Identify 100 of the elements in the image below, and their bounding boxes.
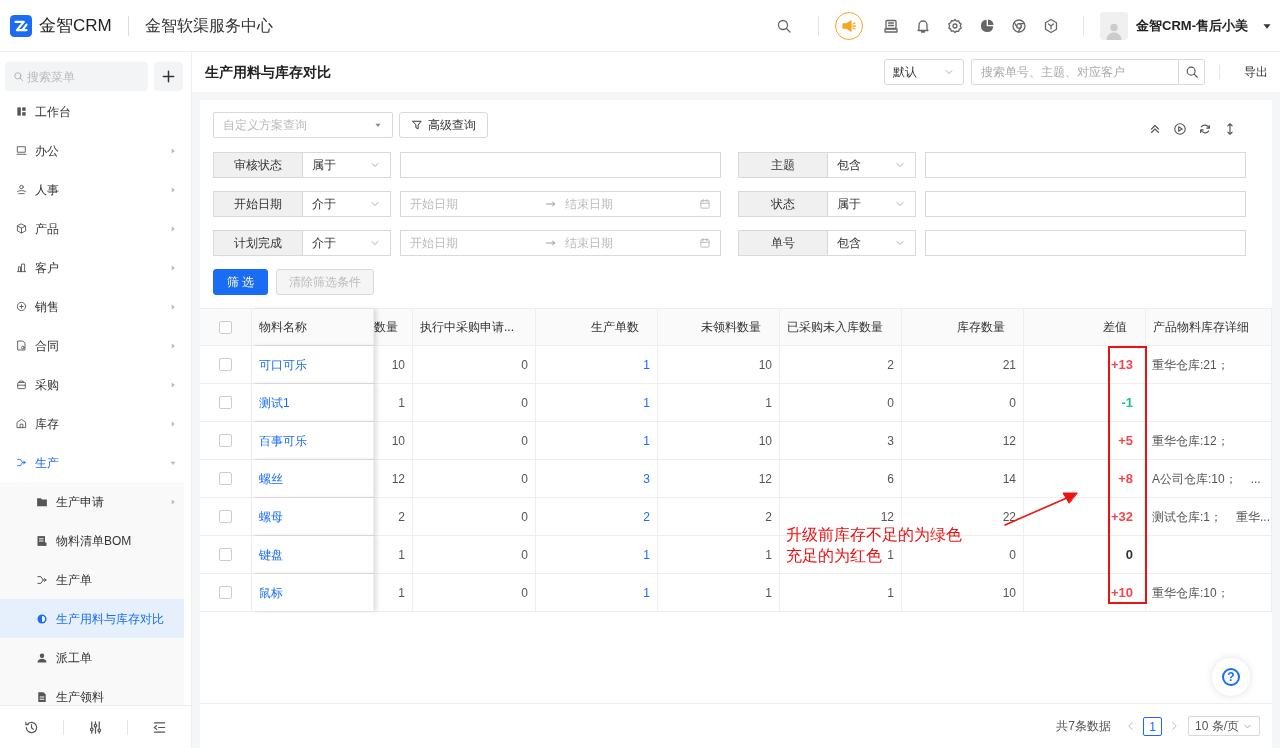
menu-item[interactable]: 采购 [0, 365, 184, 404]
search-button[interactable] [1179, 59, 1205, 85]
column-header: 执行中采购申请... [420, 319, 514, 336]
operator-select[interactable]: 介于 [303, 230, 391, 256]
order-count-link[interactable]: 1 [643, 393, 650, 412]
material-link[interactable]: 可口可乐 [259, 355, 307, 374]
menu-item[interactable]: 生产用料与库存对比 [0, 599, 184, 638]
material-link[interactable]: 百事可乐 [259, 431, 307, 450]
order-count-link[interactable]: 1 [643, 355, 650, 374]
menu-item[interactable]: 生产单 [0, 560, 184, 599]
table-cell-text: 0 [1009, 394, 1016, 412]
search-icon [13, 71, 24, 82]
page-size-select[interactable]: 10 条/页 [1188, 716, 1260, 736]
play-circle-icon[interactable] [1173, 122, 1187, 136]
input-field[interactable] [925, 152, 1246, 178]
checkbox[interactable] [219, 510, 232, 523]
filter-button[interactable]: 筛 选 [213, 269, 269, 295]
table-cell-text: 1 [398, 394, 405, 412]
operator-select[interactable]: 属于 [303, 152, 391, 178]
difference-value: 0 [1125, 545, 1133, 564]
menu-item[interactable]: 生产申请 [0, 482, 184, 521]
field-label: 开始日期 [213, 191, 303, 217]
order-count-link[interactable]: 1 [643, 583, 650, 602]
menu-item[interactable]: 办公 [0, 131, 184, 170]
order-count-link[interactable]: 3 [643, 469, 650, 488]
bell-icon[interactable] [915, 17, 932, 34]
menu-icon [16, 379, 27, 390]
collapse-menu-icon[interactable] [152, 719, 167, 735]
input-field[interactable] [925, 191, 1246, 217]
table-cell-text: 2 [765, 508, 772, 526]
pie-chart-icon[interactable] [979, 17, 996, 34]
help-button[interactable]: ? [1212, 658, 1250, 696]
search-field[interactable]: 搜索单号、主题、对应客户 [971, 59, 1179, 85]
table-cell-text: 10 [1002, 584, 1016, 602]
menu-item[interactable]: 物料清单BOM [0, 521, 184, 560]
menu-item[interactable]: 生产领料 [0, 677, 184, 705]
menu-icon [16, 340, 27, 351]
checkbox[interactable] [219, 586, 232, 599]
table-cell-text: 0 [521, 356, 528, 374]
table-cell-text: 0 [521, 584, 528, 602]
input-field[interactable] [400, 152, 721, 178]
material-link[interactable]: 测试1 [259, 393, 290, 412]
operator-select[interactable]: 介于 [303, 191, 391, 217]
menu-item[interactable]: 库存 [0, 404, 184, 443]
menu-item[interactable]: 客户 [0, 248, 184, 287]
material-link[interactable]: 螺母 [259, 507, 283, 526]
checkbox[interactable] [219, 358, 232, 371]
column-header: 数量 [374, 319, 398, 336]
material-link[interactable]: 鼠标 [259, 583, 283, 602]
operator-select[interactable]: 属于 [828, 191, 916, 217]
brand-name: 金智CRM [39, 14, 112, 37]
menu-item[interactable]: 人事 [0, 170, 184, 209]
logo-icon [10, 14, 32, 37]
advanced-query-button[interactable]: 高级查询 [399, 112, 488, 138]
table-cell-text: 0 [521, 470, 528, 488]
column-header: 已采购未入库数量 [787, 319, 883, 336]
sliders-icon[interactable] [88, 719, 103, 735]
user-name[interactable]: 金智CRM-售后小美 [1136, 15, 1248, 36]
material-link[interactable]: 键盘 [259, 545, 283, 564]
menu-item[interactable]: 派工单 [0, 638, 184, 677]
checkbox[interactable] [219, 472, 232, 485]
annotation-text: 升级前库存不足的为绿色 [786, 525, 962, 545]
history-icon[interactable] [24, 719, 39, 735]
checkbox[interactable] [219, 434, 232, 447]
checkbox[interactable] [219, 396, 232, 409]
menu-item[interactable]: 产品 [0, 209, 184, 248]
menu-item[interactable]: 工作台 [0, 92, 184, 131]
menu-icon [36, 612, 48, 625]
table-cell-text: 1 [765, 584, 772, 602]
table-cell-text: 2 [887, 356, 894, 374]
material-link[interactable]: 螺丝 [259, 469, 283, 488]
refresh-icon[interactable] [1198, 122, 1212, 136]
export-button[interactable]: 导出 [1244, 63, 1268, 81]
page-title: 生产用料与库存对比 [205, 62, 331, 82]
view-select[interactable]: 默认 [884, 59, 964, 85]
menu-icon [36, 573, 48, 586]
hexagon-icon[interactable] [1043, 17, 1060, 34]
operator-select[interactable]: 包含 [828, 152, 916, 178]
checkbox[interactable] [219, 320, 232, 334]
checkbox[interactable] [219, 548, 232, 561]
search-icon[interactable] [776, 17, 793, 34]
order-count-link[interactable]: 1 [643, 431, 650, 450]
input-field[interactable] [925, 230, 1246, 256]
menu-item[interactable]: 销售 [0, 287, 184, 326]
order-count-link[interactable]: 1 [643, 545, 650, 564]
table-cell-text: 1 [887, 584, 894, 602]
operator-select[interactable]: 包含 [828, 230, 916, 256]
table-cell-text: 0 [521, 508, 528, 526]
inbox-icon[interactable] [883, 17, 900, 34]
table-cell-text: 1 [887, 546, 894, 564]
double-chevron-up-icon[interactable] [1148, 122, 1162, 136]
order-count-link[interactable]: 2 [643, 507, 650, 526]
settings-icon[interactable] [947, 17, 964, 34]
menu-item[interactable]: 合同 [0, 326, 184, 365]
browser-icon[interactable] [1011, 17, 1028, 34]
column-header: 产品物料库存详细 [1153, 319, 1249, 336]
page-button[interactable]: 1 [1143, 716, 1162, 736]
menu-icon [16, 106, 27, 117]
menu-item[interactable]: 生产 [0, 443, 184, 482]
add-button[interactable] [154, 62, 183, 91]
